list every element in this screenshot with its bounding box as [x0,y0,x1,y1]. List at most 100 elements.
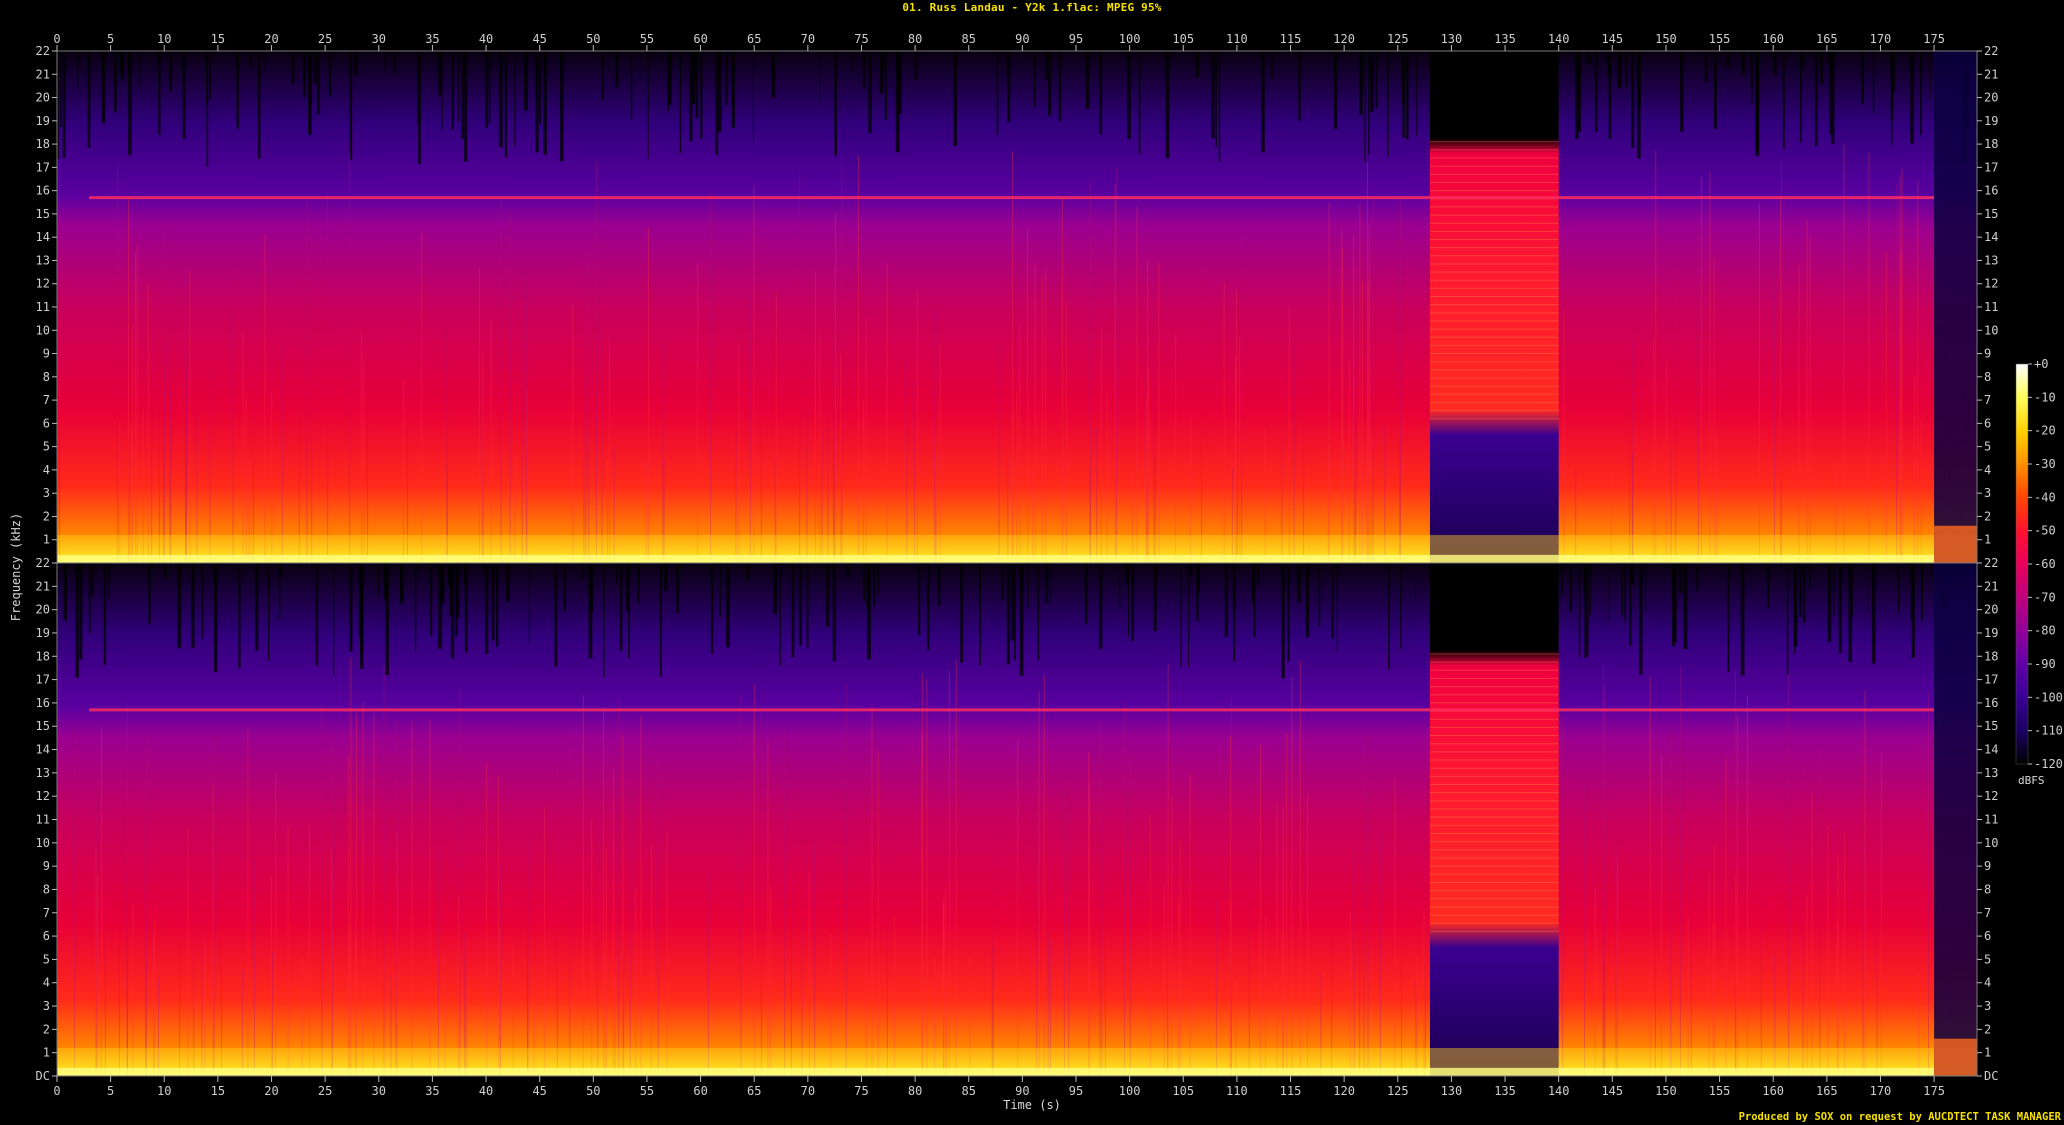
striation-mark [1101,730,1103,1076]
y-tick-label-right: 13 [1984,766,1998,780]
striation-mark [753,186,755,563]
y-tick-label-left: 1 [43,1046,50,1060]
x-tick-label-bottom: 70 [801,1084,815,1098]
dropout-mark [1058,51,1062,122]
dropout-mark [91,563,95,597]
x-tick-label-top: 140 [1548,32,1570,46]
striation-mark [650,844,652,1076]
x-tick-label-top: 60 [693,32,707,46]
dropout-mark [63,563,67,621]
dropout-mark [1608,51,1612,139]
striation-mark [640,715,642,1076]
fade-out [1934,51,1977,563]
y-tick-label-right: 8 [1984,370,1991,384]
dropout-mark [214,563,218,672]
striation-mark [349,151,351,563]
dropout-mark [254,563,259,651]
striation-mark [1780,196,1782,563]
dropout-mark [1586,51,1591,64]
dropout-mark [953,51,958,146]
striation-mark [1885,252,1887,564]
striation-mark [697,263,699,563]
striation-mark [1759,203,1761,563]
dropout-mark [1287,563,1290,662]
channel-1 [56,50,1978,564]
striation-mark [135,252,137,563]
dropout-mark [719,563,721,618]
dropout-mark [1099,51,1103,135]
dropout-mark [1802,51,1805,69]
dropout-mark [647,51,649,160]
striation-mark [1394,779,1396,1076]
y-tick-label-left: DC [36,1069,50,1083]
striation-mark [814,842,816,1076]
y-tick-label-right: 16 [1984,184,1998,198]
striation-mark [1136,206,1138,563]
y-tick-label-right: 1 [1984,1046,1991,1060]
y-tick-label-right: 22 [1984,44,1998,58]
striation-mark [1163,884,1165,1076]
striation-mark [95,847,97,1076]
x-tick-label-bottom: 40 [479,1084,493,1098]
striation-mark [1248,774,1250,1076]
dropout-mark [77,51,79,89]
striation-mark [1837,854,1839,1076]
dropout-mark [1848,563,1853,663]
dropout-mark [454,563,458,637]
dropout-mark [619,563,623,651]
dropout-mark [349,51,353,160]
dropout-mark [1704,51,1708,83]
dropout-mark [238,563,241,669]
dropout-mark [806,563,809,648]
dropout-mark [1808,563,1811,589]
dropout-mark [1188,563,1190,668]
dropout-mark [1318,563,1321,627]
striation-mark [1917,181,1919,563]
dropout-mark [349,563,353,652]
dropout-mark [1755,51,1760,152]
striation-mark [1099,719,1101,1076]
dropout-mark [898,51,902,114]
x-tick-label-top: 30 [372,32,386,46]
striation-mark [1862,783,1864,1076]
striation-mark [360,332,362,563]
x-tick-label-top: 5 [107,32,114,46]
fade-out [1934,563,1977,1076]
dropout-mark [1897,563,1900,613]
dropout-mark [710,563,714,654]
dropout-mark [1929,51,1931,101]
x-tick-label-top: 55 [640,32,654,46]
y-tick-label-right: 8 [1984,882,1991,896]
dropout-mark [1195,51,1200,78]
x-tick-label-top: 170 [1870,32,1892,46]
striation-mark [1367,162,1369,564]
fade-out-low [1934,525,1977,563]
dropout-mark [1726,51,1730,68]
dropout-mark [691,51,696,104]
striation-mark [220,826,222,1076]
striation-mark [332,744,334,1076]
dropout-mark [138,51,141,87]
striation-mark [1017,739,1019,1076]
x-tick-label-bottom: 20 [264,1084,278,1098]
dropout-mark [1364,51,1366,164]
dropout-mark [1727,563,1730,672]
striation-mark [582,695,584,1076]
striation-mark [429,719,431,1076]
striation-mark [437,845,439,1076]
dropout-mark [430,563,433,637]
striation-mark [1736,714,1738,1076]
striation-mark [527,885,529,1076]
striation-mark [189,271,191,563]
striation-mark [1735,876,1737,1076]
striation-mark [1158,262,1160,563]
dropout-mark [826,563,830,627]
dropout-mark [182,51,186,139]
striation-mark [212,782,214,1076]
striation-mark [482,352,484,563]
dropout-mark [461,51,464,140]
y-tick-label-left: 8 [43,370,50,384]
dropout-mark [726,563,730,648]
dropout-mark [279,563,283,579]
striation-mark [163,341,165,563]
